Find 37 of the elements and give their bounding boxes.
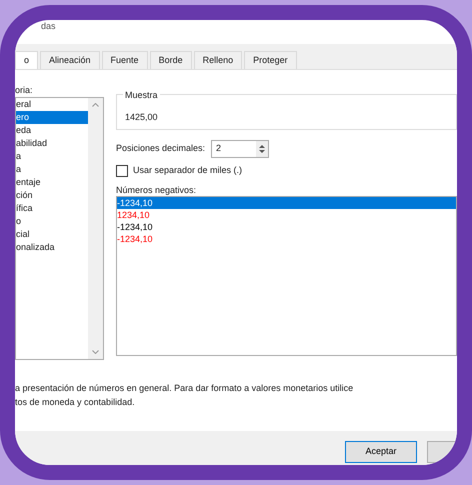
decimals-label: Posiciones decimales: [116,142,206,156]
tab[interactable]: Borde [150,51,192,69]
category-item[interactable]: a [16,150,88,163]
accept-button[interactable]: Aceptar [345,441,417,463]
description-text: tos de moneda y contabilidad. [15,396,136,409]
category-label: oria: [15,84,34,97]
tab[interactable]: o [15,51,38,69]
description-text: a presentación de números en general. Para dar formato a valores monetarios utilice [15,382,354,395]
negative-format-item[interactable]: 1234,10 [117,208,456,220]
tab[interactable]: Relleno [194,51,242,69]
decimals-spinner[interactable]: 2 [211,140,270,158]
category-item[interactable]: abilidad [16,137,88,150]
category-item[interactable]: onalizada [16,241,88,254]
checkbox-label: Usar separador de miles (.) [133,164,242,177]
negative-format-item[interactable]: -1234,10 [117,220,456,232]
category-item[interactable]: ífica [16,202,88,215]
category-item[interactable]: a [16,163,88,176]
window-title: das [40,20,57,32]
spin-arrows-icon[interactable] [259,144,266,154]
cancel-button[interactable] [427,441,457,463]
negative-format-item[interactable]: -1234,10 [117,196,456,208]
category-list[interactable]: eral ero eda abilidad a a entaje ción ífica o cial onalizada [15,97,104,360]
category-item[interactable]: entaje [16,176,88,189]
category-item[interactable]: eda [16,124,88,137]
tab[interactable]: Fuente [102,51,148,69]
tab[interactable]: Alineación [40,51,100,69]
sample-value: 1425,00 [125,112,158,122]
checkbox[interactable] [116,164,128,177]
category-item[interactable]: ción [16,189,88,202]
negative-format-item[interactable]: -1234,10 [117,232,456,244]
negatives-label: Números negativos: [116,184,198,196]
category-item[interactable]: cial [16,228,88,241]
category-item[interactable]: eral [16,98,88,111]
tab[interactable]: Proteger [244,51,297,69]
negatives-list[interactable]: -1234,10 1234,10 -1234,10 -1234,10 [116,196,457,356]
category-item[interactable]: ero [16,111,88,124]
category-item[interactable]: o [16,215,88,228]
